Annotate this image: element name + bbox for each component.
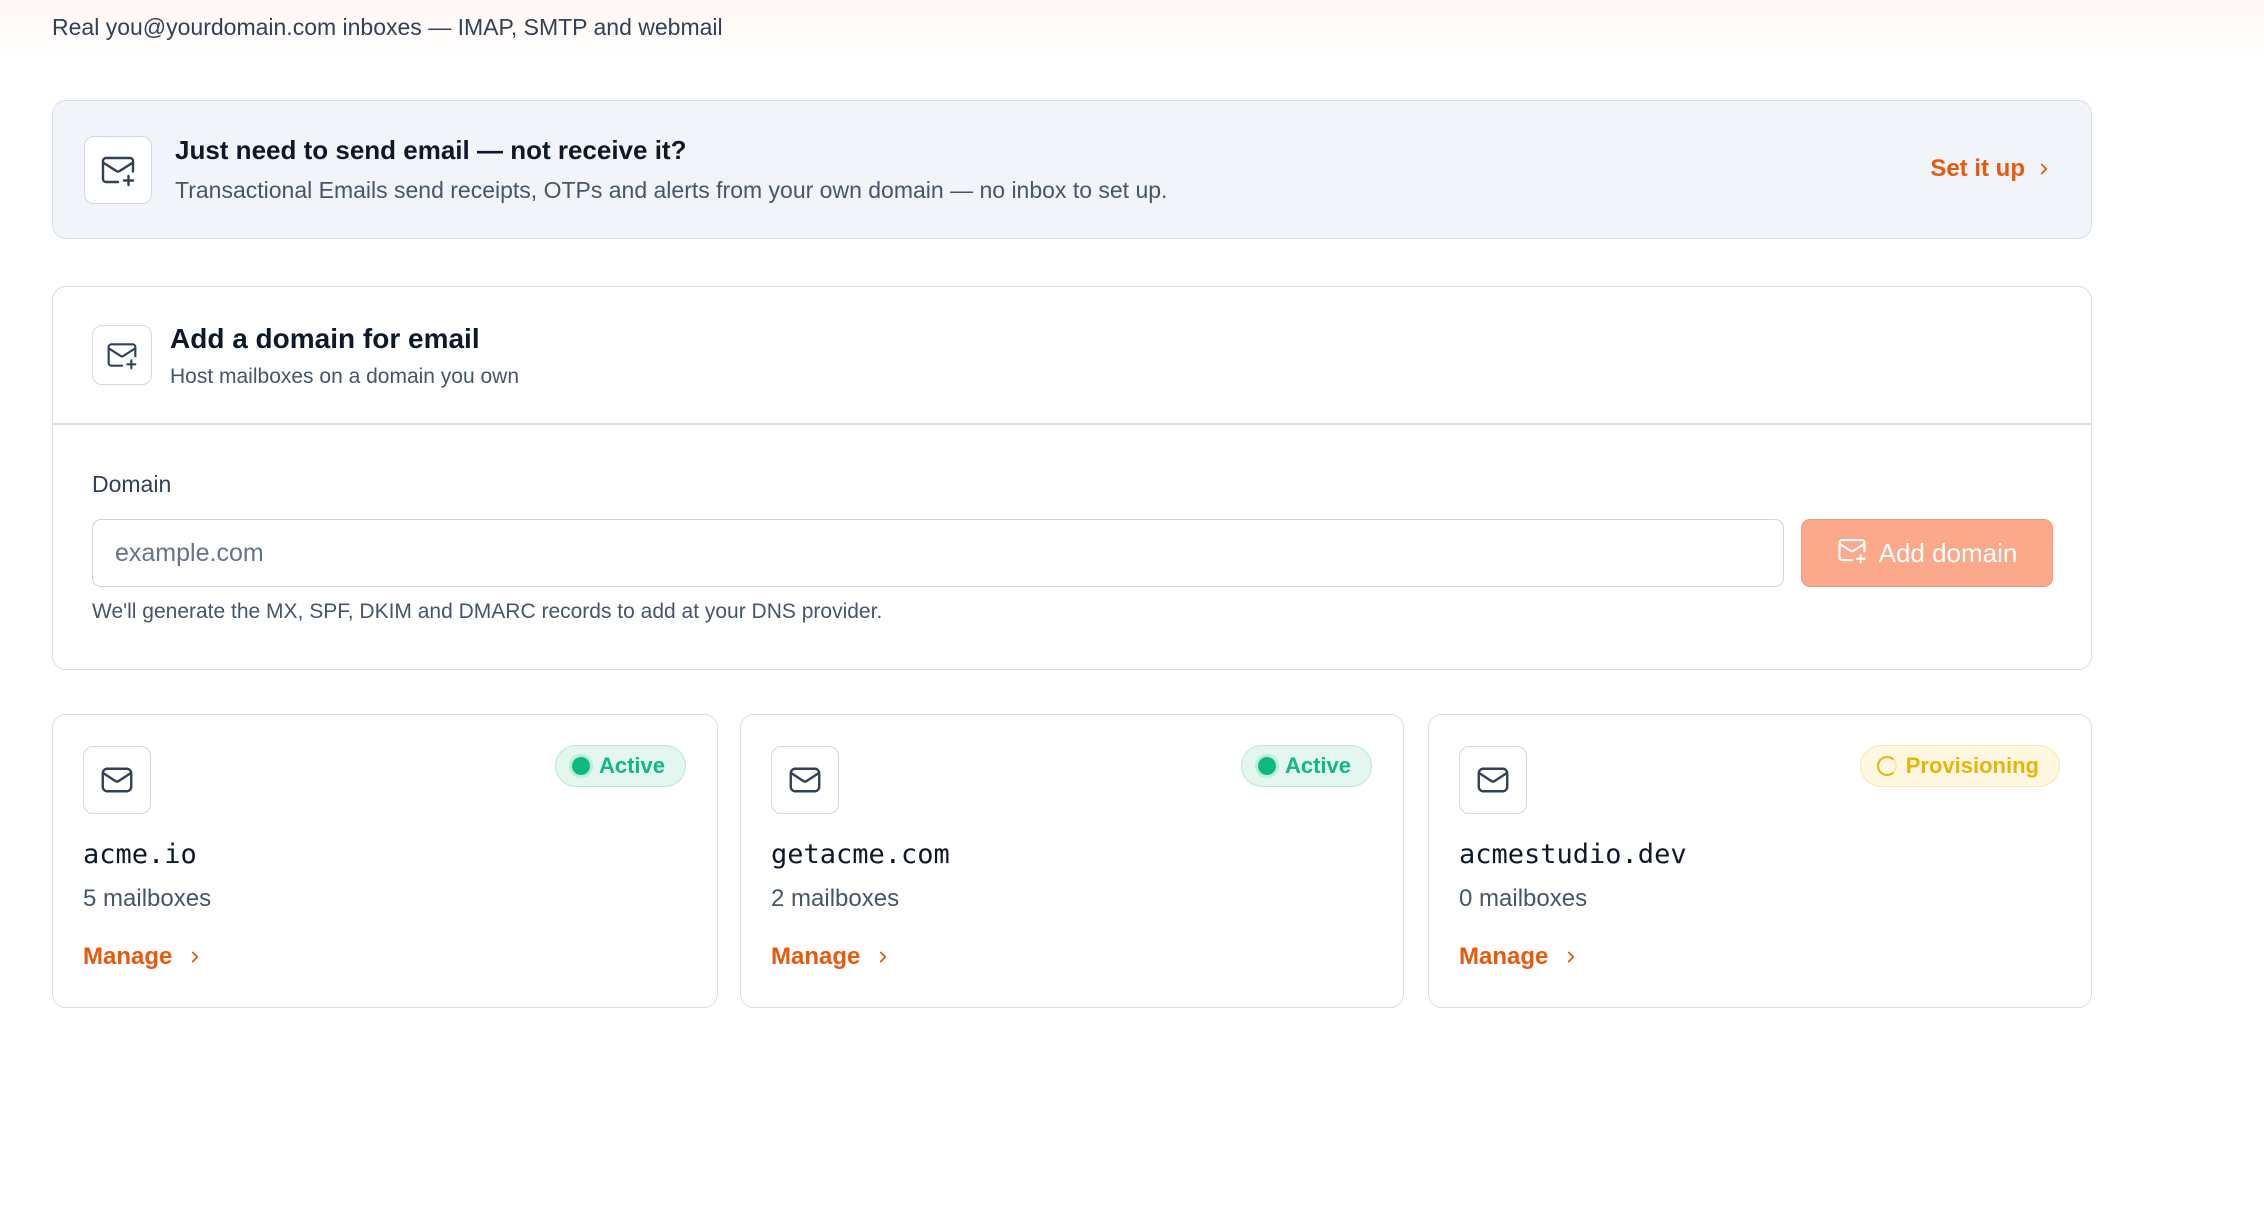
manage-label: Manage — [83, 943, 173, 970]
domain-name: acme.io — [83, 839, 197, 870]
mail-plus-icon — [1837, 535, 1867, 572]
mail-icon — [1459, 746, 1527, 814]
add-domain-title: Add a domain for email — [170, 323, 480, 354]
mailbox-count: 5 mailboxes — [83, 885, 212, 912]
add-domain-button-label: Add domain — [1878, 537, 2018, 568]
manage-link[interactable]: Manage — [1459, 943, 1580, 971]
set-it-up-label: Set it up — [1930, 155, 2025, 182]
domain-name: getacme.com — [771, 839, 950, 870]
add-domain-button[interactable]: Add domain — [1801, 519, 2053, 587]
chevron-right-icon — [874, 948, 892, 966]
transactional-email-banner: Just need to send email — not receive it… — [52, 100, 2092, 239]
active-dot-icon — [1257, 757, 1276, 775]
loading-spinner-icon — [1876, 756, 1897, 776]
mail-icon — [771, 746, 839, 814]
mail-plus-icon — [84, 136, 152, 204]
page-subtitle: Real you@yourdomain.com inboxes — IMAP, … — [52, 14, 723, 40]
status-label: Active — [598, 753, 665, 778]
domain-card: Provisioning acmestudio.dev 0 mailboxes … — [1428, 714, 2092, 1008]
dns-help-text: We'll generate the MX, SPF, DKIM and DMA… — [92, 600, 883, 623]
chevron-right-icon — [186, 948, 204, 966]
chevron-right-icon — [2035, 160, 2053, 178]
status-label: Active — [1284, 753, 1351, 778]
mail-icon — [83, 746, 151, 814]
status-badge: Active — [1240, 745, 1372, 787]
domain-field-label: Domain — [92, 471, 172, 497]
mailbox-count: 0 mailboxes — [1459, 885, 1588, 912]
domain-card: Active getacme.com 2 mailboxes Manage — [740, 714, 1404, 1008]
set-it-up-link[interactable]: Set it up — [1930, 155, 2053, 183]
status-badge: Provisioning — [1859, 745, 2060, 787]
manage-link[interactable]: Manage — [771, 943, 892, 971]
chevron-right-icon — [1562, 948, 1580, 966]
banner-title: Just need to send email — not receive it… — [175, 135, 687, 165]
domain-name: acmestudio.dev — [1459, 839, 1687, 870]
status-badge: Active — [554, 745, 686, 787]
manage-label: Manage — [771, 943, 861, 970]
domain-input[interactable] — [92, 519, 1784, 587]
manage-link[interactable]: Manage — [83, 943, 204, 971]
email-domains-page: Real you@yourdomain.com inboxes — IMAP, … — [0, 0, 2264, 1220]
mail-plus-icon — [92, 325, 152, 385]
banner-description: Transactional Emails send receipts, OTPs… — [175, 177, 1168, 203]
active-dot-icon — [571, 757, 590, 775]
mailbox-count: 2 mailboxes — [771, 885, 900, 912]
manage-label: Manage — [1459, 943, 1549, 970]
add-domain-description: Host mailboxes on a domain you own — [170, 365, 520, 388]
status-label: Provisioning — [1905, 753, 2039, 778]
domain-card: Active acme.io 5 mailboxes Manage — [52, 714, 718, 1008]
add-domain-card: Add a domain for email Host mailboxes on… — [52, 286, 2092, 670]
card-divider — [53, 423, 2091, 425]
